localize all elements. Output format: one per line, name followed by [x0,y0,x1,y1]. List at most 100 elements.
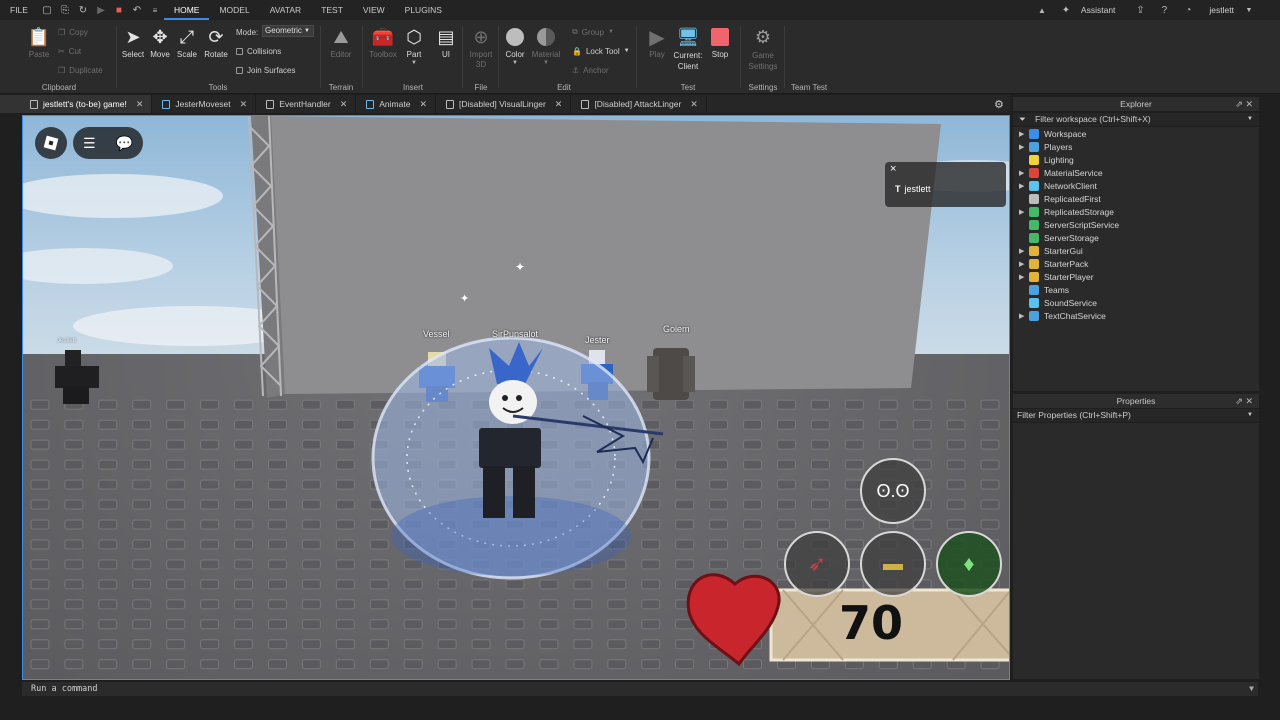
expand-arrow-icon[interactable]: ▶ [1019,312,1029,320]
explorer-item[interactable]: ReplicatedFirst [1013,192,1101,205]
stop-icon[interactable]: ■ [114,5,124,16]
properties-filter-input[interactable]: Filter Properties (Ctrl+Shift+P) ▼ [1013,409,1259,422]
tab-jester-moveset[interactable]: JesterMoveset ✕ [152,95,257,113]
explorer-item[interactable]: ▶ ReplicatedStorage [1013,205,1114,218]
player-list-entry[interactable]: T jestlett [895,184,931,194]
explorer-item[interactable]: Lighting [1013,153,1074,166]
collisions-checkbox[interactable] [236,47,243,55]
ability-button-4[interactable]: ♦ [936,531,1002,597]
expand-arrow-icon[interactable]: ▶ [1019,143,1029,151]
close-icon[interactable]: ✕ [240,99,248,110]
rotate-button[interactable]: ⟳ Rotate [201,26,231,60]
notifications-icon[interactable]: ◔ [1183,5,1193,16]
anchor-button[interactable]: ⚓ Anchor [572,63,609,77]
copy-button[interactable]: ❐ Copy [58,25,88,39]
tab-attack-linger[interactable]: [Disabled] AttackLinger ✕ [571,95,707,113]
select-button[interactable]: ➤ Select [118,26,148,60]
explorer-item[interactable]: ▶ Players [1013,140,1072,153]
close-icon[interactable]: ✕ [555,99,563,110]
close-icon[interactable]: ✕ [340,99,348,110]
expand-arrow-icon[interactable]: ▶ [1019,260,1029,268]
quick-access-menu-icon[interactable]: ≡ [150,5,160,15]
new-file-icon[interactable]: ▢ [42,5,52,16]
cut-button[interactable]: ✂ Cut [58,44,81,58]
tab-game-place[interactable]: jestlett's (to-be) game! ✕ [0,95,153,113]
tab-visual-linger[interactable]: [Disabled] VisualLinger ✕ [436,95,572,113]
close-icon[interactable]: × [890,163,896,175]
explorer-filter-input[interactable]: ⏷ Filter workspace (Ctrl+Shift+X) ▼ [1013,113,1259,126]
toolbox-button[interactable]: 🧰 Toolbox [368,26,398,60]
tab-event-handler[interactable]: EventHandler ✕ [256,95,357,113]
play-icon[interactable]: ▶ [96,5,106,16]
stop-button[interactable]: Stop [705,26,735,60]
scale-button[interactable]: ⤢ Scale [172,26,202,60]
chevron-down-icon[interactable]: ▼ [1249,682,1254,696]
part-button[interactable]: ⬡ Part ▼ [399,26,429,67]
ability-button-2[interactable]: ➶ [784,531,850,597]
close-icon[interactable]: ✕ [419,99,427,110]
explorer-item[interactable]: Teams [1013,283,1069,296]
tab-animate[interactable]: Animate ✕ [356,95,436,113]
tab-avatar[interactable]: AVATAR [260,0,312,20]
assistant-icon[interactable]: ✦ [1061,5,1071,16]
ability-button-1[interactable]: ʘ.ʘ [860,458,926,524]
roblox-menu-button[interactable] [35,127,67,159]
material-button[interactable]: Material ▼ [531,26,561,66]
paste-button[interactable]: 📋 Paste [24,26,54,60]
command-bar-input[interactable]: Run a command ▼ [22,682,1258,696]
tab-view[interactable]: VIEW [353,0,395,20]
viewport-settings-gear-icon[interactable]: ⚙ [994,98,1004,111]
assistant-button[interactable]: Assistant [1081,5,1116,15]
duplicate-button[interactable]: ❐ Duplicate [58,63,103,77]
help-icon[interactable]: ? [1159,5,1169,16]
tab-test[interactable]: TEST [311,0,353,20]
chevron-down-icon[interactable]: ▼ [1244,5,1254,15]
group-button[interactable]: ⧉ Group ▼ [572,25,614,39]
current-client-button[interactable]: 🖥 Current: Client [672,26,704,72]
ui-button[interactable]: ▤ UI [431,26,461,60]
menu-file[interactable]: FILE [0,0,38,20]
share-icon[interactable]: ⇪ [1135,5,1145,16]
expand-arrow-icon[interactable]: ▶ [1019,247,1029,255]
join-surfaces-toggle[interactable]: Join Surfaces [236,63,295,77]
open-file-icon[interactable]: ⎘ [60,5,70,16]
expand-arrow-icon[interactable]: ▶ [1019,169,1029,177]
expand-arrow-icon[interactable]: ▶ [1019,208,1029,216]
tab-home[interactable]: HOME [163,0,210,20]
close-icon[interactable]: ✕ [690,99,698,110]
collisions-toggle[interactable]: Collisions [236,44,281,58]
undock-icon[interactable]: ⇗ [1235,396,1243,406]
close-icon[interactable]: ✕ [136,99,144,110]
game-viewport[interactable]: ✦ ✦ Vessel SirPunsalot Jester Golem Jest… [22,115,1010,680]
undo-icon[interactable]: ↶ [132,5,142,16]
explorer-item[interactable]: ▶ StarterGui [1013,244,1083,257]
explorer-item[interactable]: SoundService [1013,296,1097,309]
explorer-item[interactable]: ServerStorage [1013,231,1099,244]
chat-icon[interactable]: 💬 [116,135,133,152]
explorer-item[interactable]: ▶ MaterialService [1013,166,1103,179]
redo-icon[interactable]: ↻ [78,5,88,16]
tab-plugins[interactable]: PLUGINS [395,0,452,20]
explorer-item[interactable]: ▶ Workspace [1013,127,1086,140]
explorer-item[interactable]: ▶ TextChatService [1013,309,1106,322]
import-3d-button[interactable]: ⊕ Import 3D [466,26,496,70]
mode-select[interactable]: Geometric ▼ [262,25,314,37]
expand-arrow-icon[interactable]: ▶ [1019,182,1029,190]
close-icon[interactable]: ✕ [1245,99,1253,109]
close-icon[interactable]: ✕ [1245,396,1253,406]
expand-arrow-icon[interactable]: ▶ [1019,130,1029,138]
tab-model[interactable]: MODEL [209,0,259,20]
lock-tool-button[interactable]: 🔒 Lock Tool ▼ [572,44,630,58]
move-button[interactable]: ✥ Move [145,26,175,60]
color-button[interactable]: Color ▼ [500,26,530,66]
explorer-item[interactable]: ▶ StarterPlayer [1013,270,1094,283]
username[interactable]: jestlett [1209,5,1234,15]
undock-icon[interactable]: ⇗ [1235,99,1243,109]
play-button[interactable]: ▶ Play [642,26,672,60]
chevron-up-icon[interactable]: ▲ [1037,5,1047,15]
join-surfaces-checkbox[interactable] [236,66,243,74]
ability-button-3[interactable]: ▬ [860,531,926,597]
terrain-editor-button[interactable]: ⛰ Editor [326,26,356,60]
hamburger-menu-icon[interactable]: ☰ [83,135,96,152]
expand-arrow-icon[interactable]: ▶ [1019,273,1029,281]
